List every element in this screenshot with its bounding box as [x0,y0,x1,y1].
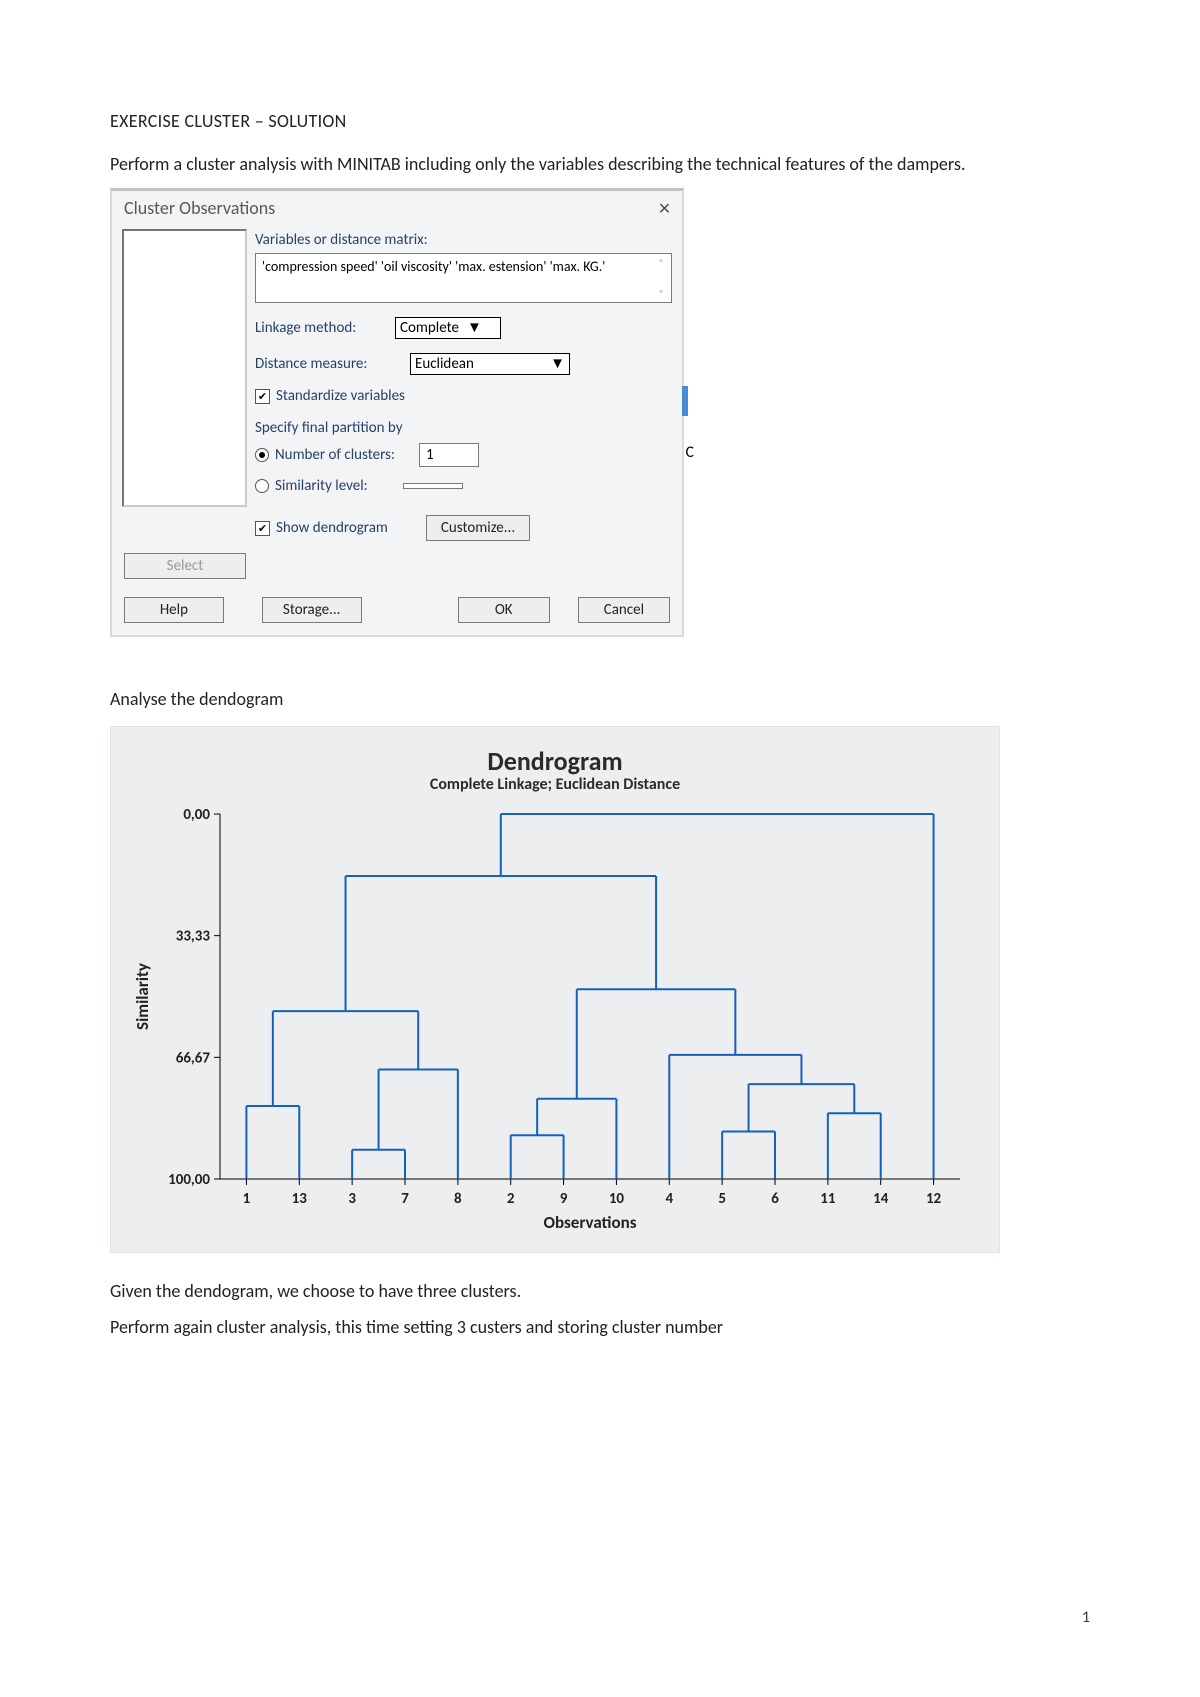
radio-off-icon [255,479,269,493]
nclusters-input[interactable]: 1 [419,443,479,467]
close-icon[interactable]: × [659,197,670,219]
cluster-observations-dialog: C Cluster Observations × Variables or di… [110,188,684,637]
doc-title: EXERCISE CLUSTER – SOLUTION [110,110,1090,132]
standardize-checkbox[interactable]: ✔ Standardize variables [255,387,405,405]
label-variables: Variables or distance matrix: [255,231,672,249]
distance-combobox[interactable]: Euclidean ▼ [410,353,570,375]
variables-textarea[interactable]: 'compression speed' 'oil viscosity' 'max… [255,253,672,303]
radio-nclusters[interactable]: Number of clusters: 1 [255,443,672,467]
svg-text:7: 7 [401,1190,409,1208]
storage-button[interactable]: Storage... [262,597,362,623]
svg-text:1: 1 [243,1190,251,1208]
side-accent [682,386,688,416]
ok-button[interactable]: OK [458,597,550,623]
checkbox-icon: ✔ [255,389,270,404]
svg-text:Similarity: Similarity [132,963,153,1030]
svg-text:9: 9 [560,1190,568,1208]
para-choose-clusters: Given the dendogram, we choose to have t… [110,1279,1090,1303]
subhead-analyse: Analyse the dendogram [110,687,1090,711]
select-button: Select [124,553,246,579]
radio-similarity-label: Similarity level: [275,477,368,495]
customize-button[interactable]: Customize... [426,515,530,541]
textarea-scroll[interactable]: ˄ ˅ [653,256,669,300]
distance-value: Euclidean [415,355,474,373]
svg-text:0,00: 0,00 [183,806,210,824]
radio-similarity[interactable]: Similarity level: [255,477,672,495]
checkbox-icon: ✔ [255,521,270,536]
label-linkage: Linkage method: [255,319,395,337]
dendrogram-chart: Dendrogram Complete Linkage; Euclidean D… [110,726,1000,1253]
dendrogram-label: Show dendrogram [276,519,388,537]
linkage-combobox[interactable]: Complete ▼ [395,317,501,339]
dendrogram-svg: 0,00 33,33 66,67 100,00 Similarity 1 13 3 7 8 2 9 10… [130,804,980,1234]
side-c-label: C [685,443,694,462]
svg-text:Observations: Observations [543,1212,636,1233]
svg-text:13: 13 [292,1190,308,1208]
chevron-down-icon: ▼ [550,355,565,373]
chevron-up-icon[interactable]: ˄ [658,256,663,269]
svg-text:10: 10 [609,1190,625,1208]
svg-text:4: 4 [665,1190,673,1208]
chevron-down-icon[interactable]: ˅ [658,287,663,300]
svg-text:5: 5 [718,1190,726,1208]
svg-text:100,00: 100,00 [168,1171,210,1189]
svg-text:2: 2 [507,1190,515,1208]
svg-text:14: 14 [873,1190,889,1208]
page-number: 1 [1082,1608,1090,1627]
chevron-down-icon: ▼ [467,319,482,337]
svg-text:6: 6 [771,1190,779,1208]
svg-text:33,33: 33,33 [176,927,211,945]
dialog-title: Cluster Observations [124,197,275,219]
variable-listbox[interactable] [122,229,247,507]
para-perform-again: Perform again cluster analysis, this tim… [110,1315,1090,1339]
radio-on-icon [255,448,269,462]
variables-value: 'compression speed' 'oil viscosity' 'max… [262,258,605,275]
label-specify: Specify final partition by [255,419,672,437]
svg-text:11: 11 [820,1190,836,1208]
standardize-label: Standardize variables [276,387,405,405]
svg-text:3: 3 [348,1190,356,1208]
chart-subtitle: Complete Linkage; Euclidean Distance [129,775,981,794]
radio-nclusters-label: Number of clusters: [275,446,395,464]
svg-text:12: 12 [926,1190,942,1208]
doc-intro-para: Perform a cluster analysis with MINITAB … [110,152,1090,176]
similarity-input[interactable] [403,483,463,489]
svg-text:8: 8 [454,1190,462,1208]
help-button[interactable]: Help [124,597,224,623]
label-distance: Distance measure: [255,355,410,373]
cancel-button[interactable]: Cancel [578,597,670,623]
chart-title: Dendrogram [129,745,981,777]
linkage-value: Complete [400,319,459,337]
dendrogram-checkbox[interactable]: ✔ Show dendrogram [255,519,388,537]
svg-text:66,67: 66,67 [176,1049,211,1067]
